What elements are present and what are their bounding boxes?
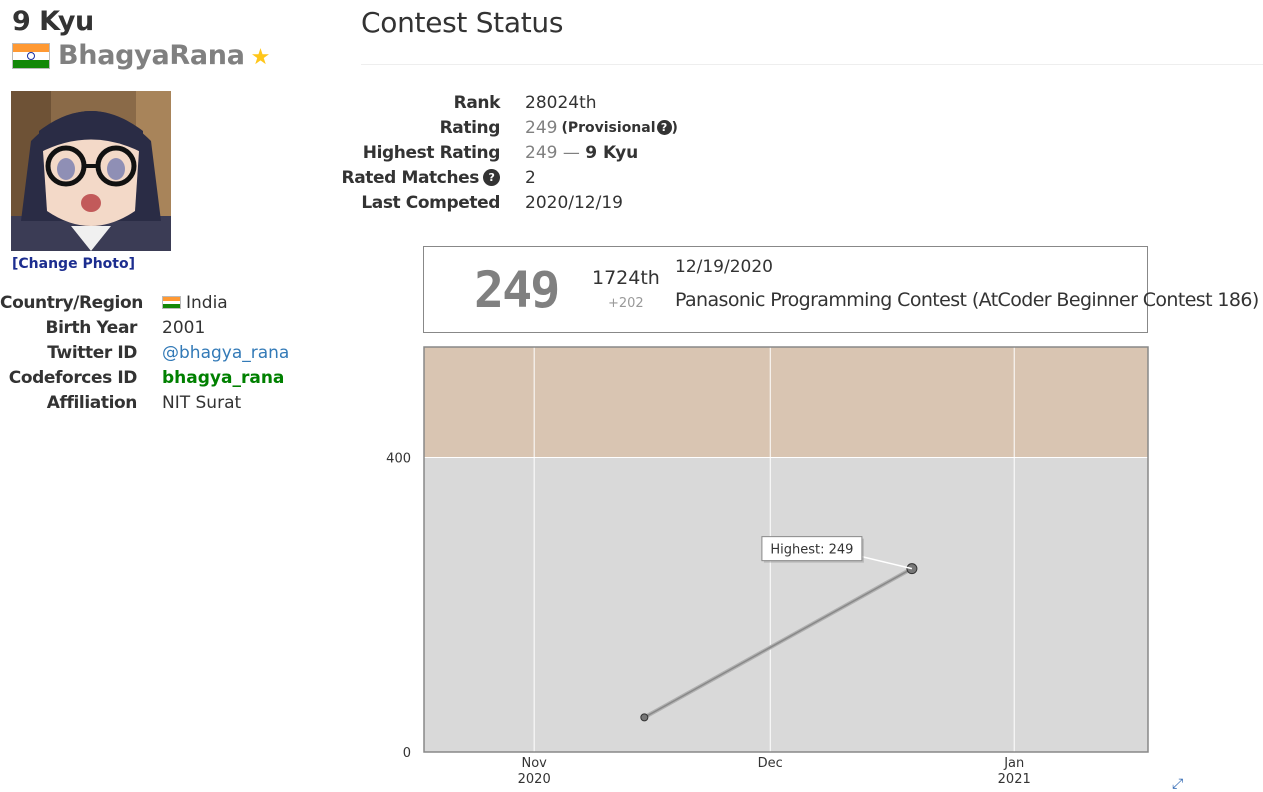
user-line: BhagyaRana ★ xyxy=(12,40,270,71)
india-flag-icon xyxy=(162,296,181,309)
kyu-title: 9 Kyu xyxy=(12,6,94,37)
birth-year-value: 2001 xyxy=(162,317,206,338)
rating-row: Rating 249 (Provisional ? ) xyxy=(340,115,678,140)
rank-value: 28024th xyxy=(525,92,597,113)
card-place: 1724th xyxy=(592,267,660,289)
highest-rating-row: Highest Rating 249 — 9 Kyu xyxy=(340,140,678,165)
last-competed-value: 2020/12/19 xyxy=(525,192,623,213)
chart-frame xyxy=(423,346,1149,753)
birth-year-row: Birth Year 2001 xyxy=(0,315,330,340)
birth-year-label: Birth Year xyxy=(45,317,138,338)
rated-matches-value: 2 xyxy=(525,167,536,188)
contest-stats-table: Rank 28024th Rating 249 (Provisional ? )… xyxy=(340,90,678,215)
highlight-label-shadow xyxy=(763,538,864,563)
x-tick-label: Nov xyxy=(521,756,547,771)
affiliation-value: NIT Surat xyxy=(162,392,242,413)
rating-band-0 xyxy=(424,457,1148,752)
highest-kyu: 9 Kyu xyxy=(585,142,639,163)
provisional-close: ) xyxy=(671,119,678,136)
question-circle-icon[interactable]: ? xyxy=(656,120,672,135)
star-icon: ★ xyxy=(250,45,271,70)
data-point xyxy=(640,713,649,722)
x-tick-label-year: 2020 xyxy=(518,772,551,787)
y-tick-label: 400 xyxy=(386,451,411,466)
affiliation-label: Affiliation xyxy=(46,392,138,413)
highest-rating-value: 249 xyxy=(525,142,558,163)
card-rating-diff: +202 xyxy=(608,296,644,311)
divider xyxy=(361,64,1263,65)
series-line xyxy=(643,567,913,719)
x-tick-label: Dec xyxy=(758,756,783,771)
last-competed-row: Last Competed 2020/12/19 xyxy=(340,190,678,215)
codeforces-link[interactable]: bhagya_rana xyxy=(162,368,284,388)
contest-status-heading: Contest Status xyxy=(361,6,564,39)
codeforces-row: Codeforces ID bhagya_rana xyxy=(0,365,330,390)
question-circle-icon[interactable]: ? xyxy=(483,169,500,186)
highlight-label-box xyxy=(761,536,863,562)
profile-table: Country/Region India Birth Year 2001 Twi… xyxy=(0,290,330,415)
twitter-row: Twitter ID @bhagya_rana xyxy=(0,340,330,365)
affiliation-row: Affiliation NIT Surat xyxy=(0,390,330,415)
codeforces-label: Codeforces ID xyxy=(8,367,138,388)
series-line-shadow xyxy=(643,566,913,720)
change-photo-link[interactable]: [Change Photo] xyxy=(12,256,135,272)
country-value: India xyxy=(186,292,228,313)
y-tick-label: 0 xyxy=(403,746,411,761)
rating-band-1 xyxy=(424,347,1148,458)
expand-arrows-icon[interactable]: ⤢ xyxy=(1172,776,1183,792)
highlight-connector xyxy=(861,555,913,570)
rating-label: Rating xyxy=(439,117,501,138)
avatar xyxy=(11,91,171,251)
highlight-label: Highest: 249 xyxy=(770,543,853,558)
rank-label: Rank xyxy=(453,92,501,113)
provisional-note: (Provisional xyxy=(561,119,656,136)
india-flag-icon xyxy=(12,42,50,69)
rank-row: Rank 28024th xyxy=(340,90,678,115)
twitter-label: Twitter ID xyxy=(47,342,137,363)
rating-value: 249 xyxy=(525,117,558,138)
highest-rating-label: Highest Rating xyxy=(362,142,501,163)
contest-detail-card: 249 1724th +202 12/19/2020 Panasonic Pro… xyxy=(423,246,1259,333)
twitter-link[interactable]: @bhagya_rana xyxy=(162,343,289,363)
rated-matches-row: Rated Matches ? 2 xyxy=(340,165,678,190)
x-tick-label-year: 2021 xyxy=(998,772,1031,787)
username[interactable]: BhagyaRana xyxy=(58,40,245,71)
card-date: 12/19/2020 xyxy=(675,257,773,277)
rated-matches-label: Rated Matches xyxy=(341,167,480,188)
card-rating: 249 xyxy=(474,261,560,319)
country-row: Country/Region India xyxy=(0,290,330,315)
highest-separator: — xyxy=(557,142,586,163)
last-competed-label: Last Competed xyxy=(361,192,500,213)
x-tick-label: Jan xyxy=(1003,756,1024,771)
card-contest-name[interactable]: Panasonic Programming Contest (AtCoder B… xyxy=(675,289,1259,311)
data-point xyxy=(906,563,918,575)
country-label: Country/Region xyxy=(0,292,143,313)
